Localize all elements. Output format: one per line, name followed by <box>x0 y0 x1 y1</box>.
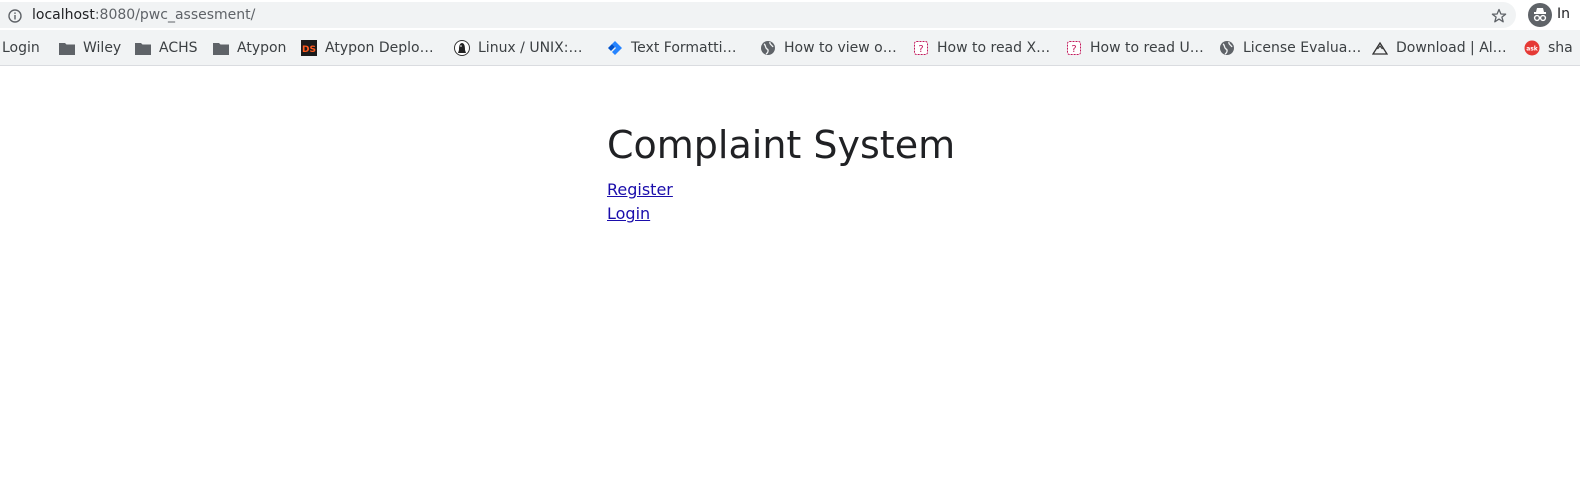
ds-favicon-icon: DS <box>301 40 317 56</box>
folder-icon <box>59 43 75 55</box>
bookmark-how-to-read-x[interactable]: ? How to read X… <box>913 38 1050 58</box>
register-link[interactable]: Register <box>607 178 955 202</box>
folder-icon <box>135 43 151 55</box>
page-title: Complaint System <box>607 123 956 167</box>
bookmark-label: Login <box>2 40 40 56</box>
bookmark-license-evaluation[interactable]: License Evalua… <box>1219 38 1361 58</box>
svg-text:DS: DS <box>302 45 316 55</box>
svg-text:?: ? <box>1071 44 1076 55</box>
bookmark-label: How to read X… <box>937 40 1051 56</box>
mountain-icon <box>1372 41 1388 55</box>
bookmark-label: License Evalua… <box>1243 40 1362 56</box>
bookmark-ask[interactable]: ask sha <box>1524 38 1573 58</box>
bookmark-how-to-read-u[interactable]: ? How to read U… <box>1066 38 1204 58</box>
info-icon[interactable] <box>8 9 22 23</box>
bookmark-label: Text Formatti… <box>631 40 737 56</box>
url-host: localhost <box>32 7 95 23</box>
question-favicon-icon: ? <box>1067 41 1081 55</box>
bookmark-label: Wiley <box>83 40 122 56</box>
login-link[interactable]: Login <box>607 202 955 226</box>
bookmark-star-icon[interactable] <box>1491 8 1507 24</box>
bookmarks-bar: Login Wiley ACHS Atypon DS Atypon Deplo…… <box>0 30 1580 66</box>
bookmark-label: Atypon <box>237 40 287 56</box>
url-path: :8080/pwc_assesment/ <box>94 7 256 23</box>
bookmark-label: Linux / UNIX:… <box>478 40 583 56</box>
bookmark-login[interactable]: Login <box>2 38 40 58</box>
url-text[interactable]: localhost:8080/pwc_assesment/ <box>32 7 255 23</box>
jira-icon <box>608 41 622 55</box>
question-favicon-icon: ? <box>914 41 928 55</box>
bookmark-label: sha <box>1548 40 1573 56</box>
bookmark-label: ACHS <box>159 40 198 56</box>
browser-toolbar: localhost:8080/pwc_assesment/ In <box>0 0 1580 30</box>
penguin-icon <box>454 40 470 56</box>
nav-links: Register Login <box>607 178 955 226</box>
ask-icon: ask <box>1524 40 1540 56</box>
incognito-icon[interactable] <box>1528 3 1552 27</box>
bookmark-atypon-deploy[interactable]: DS Atypon Deplo… <box>301 38 434 58</box>
bookmark-label: How to view o… <box>784 40 897 56</box>
bookmark-folder-atypon[interactable]: Atypon <box>213 38 286 58</box>
bookmark-label: Download | Al… <box>1396 40 1507 56</box>
bookmark-download[interactable]: Download | Al… <box>1372 38 1507 58</box>
folder-icon <box>213 43 229 55</box>
bookmark-folder-achs[interactable]: ACHS <box>135 38 198 58</box>
incognito-label[interactable]: In <box>1557 6 1570 22</box>
bookmark-label: Atypon Deplo… <box>325 40 434 56</box>
svg-text:ask: ask <box>1526 46 1539 53</box>
bookmark-linux-unix[interactable]: Linux / UNIX:… <box>454 38 583 58</box>
bookmark-label: How to read U… <box>1090 40 1204 56</box>
globe-icon <box>761 41 775 55</box>
globe-icon <box>1220 41 1234 55</box>
svg-text:?: ? <box>918 44 923 55</box>
bookmark-how-to-view[interactable]: How to view o… <box>760 38 897 58</box>
page-content: Complaint System Register Login <box>607 122 955 226</box>
bookmark-text-formatting[interactable]: Text Formatti… <box>607 38 736 58</box>
address-bar[interactable]: localhost:8080/pwc_assesment/ <box>0 2 1516 28</box>
bookmark-folder-wiley[interactable]: Wiley <box>59 38 121 58</box>
